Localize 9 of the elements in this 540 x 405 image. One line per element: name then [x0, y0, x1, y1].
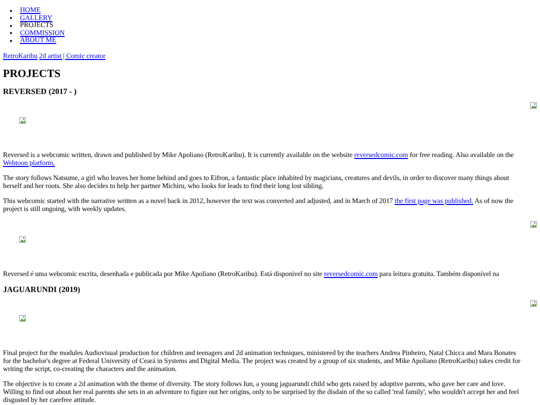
page-title: PROJECTS [3, 68, 62, 80]
broken-image-icon [530, 300, 537, 306]
project-title: JAGUARUNDI (2019) [3, 284, 82, 294]
broken-image-icon [530, 102, 537, 108]
broken-image-icon [19, 236, 26, 242]
project-title: REVERSED (2017 - ) [3, 86, 78, 96]
broken-image-icon [530, 220, 537, 228]
broken-image-icon [19, 116, 26, 124]
broken-image-icon [19, 314, 26, 322]
